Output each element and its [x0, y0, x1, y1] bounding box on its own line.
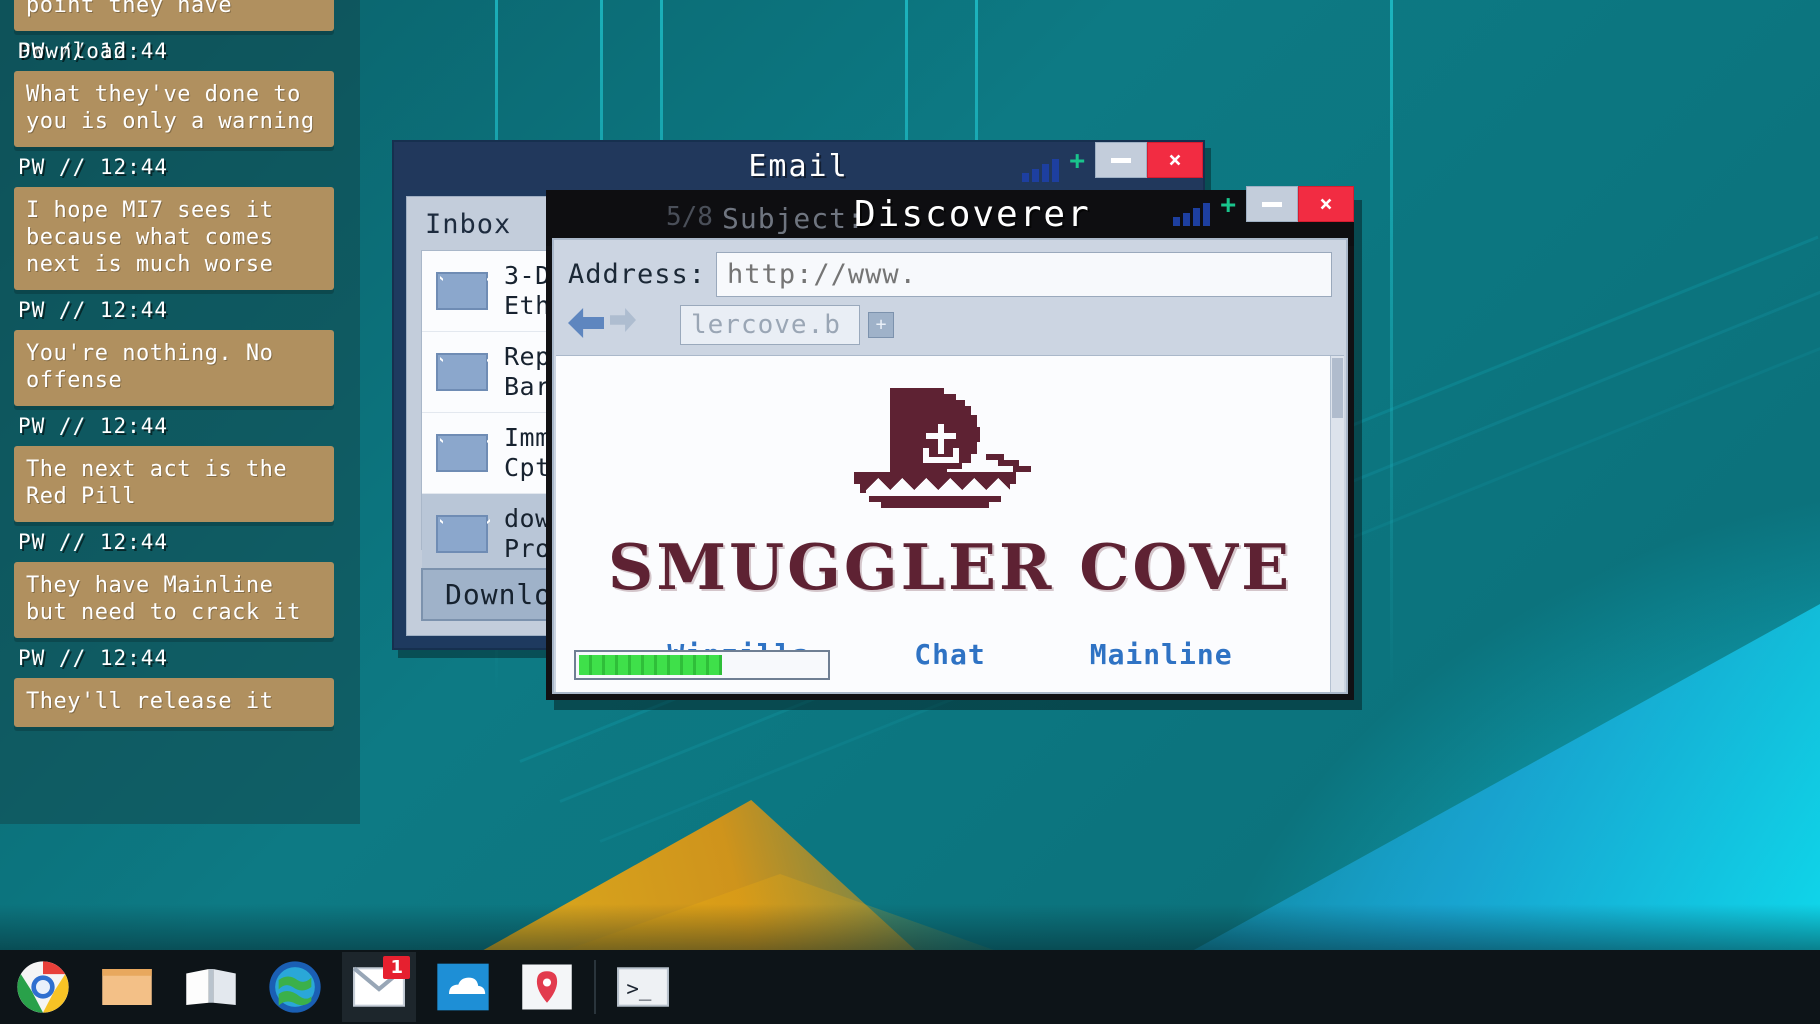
browser-subject-value: Discoverer [854, 194, 1091, 235]
progress-fill [579, 655, 722, 675]
chat-bubble: What they've done to you is only a warni… [14, 71, 334, 147]
globe-browser-icon [267, 959, 323, 1015]
search-input[interactable]: lercove.b [680, 305, 860, 345]
files-icon [100, 963, 154, 1011]
taskbar-item-globe-browser[interactable] [258, 952, 332, 1022]
signal-bars-icon [1022, 142, 1067, 182]
chat-timestamp: Download PW // 12:44 [18, 39, 346, 63]
envelope-icon [436, 434, 488, 472]
arrow-right-icon [610, 308, 636, 332]
address-row: Address: [554, 240, 1346, 301]
chat-timestamp-ghost: Download [18, 39, 127, 63]
email-close-button[interactable]: × [1147, 142, 1203, 178]
taskbar: 1 >_ [0, 950, 1820, 1024]
browser-close-button[interactable]: × [1298, 186, 1354, 222]
site-title: SMUGGLER COVE [608, 530, 1292, 604]
link-chat[interactable]: Chat [914, 638, 985, 671]
web-page-content: SMUGGLER COVE Winzilla Chat Mainline [556, 355, 1344, 692]
browser-window-controls: + × [1173, 186, 1354, 226]
browser-subject-label: Subject: [722, 202, 865, 235]
email-titlebar[interactable]: Email + × [394, 142, 1203, 190]
link-mainline[interactable]: Mainline [1090, 638, 1233, 671]
taskbar-separator [594, 960, 596, 1014]
plus-icon: + [1220, 194, 1236, 216]
chat-timestamp: PW // 12:44 [18, 155, 346, 179]
terminal-icon: >_ [616, 965, 670, 1009]
plus-icon: + [1069, 150, 1085, 172]
taskbar-item-files[interactable] [90, 952, 164, 1022]
forward-button[interactable] [610, 308, 644, 342]
chat-bubble: They'll release it [14, 678, 334, 727]
page-scrollbar[interactable] [1330, 356, 1344, 692]
arrow-left-icon [568, 308, 604, 338]
back-button[interactable] [568, 308, 602, 342]
scrollbar-thumb[interactable] [1332, 358, 1343, 418]
inbox-label: Inbox [425, 209, 511, 240]
browser-counter: 5/8 [666, 202, 713, 232]
email-window-controls: + × [1022, 142, 1203, 182]
chat-panel[interactable]: point they have Download PW // 12:44 Wha… [0, 0, 360, 824]
chat-timestamp: PW // 12:44 [18, 298, 346, 322]
pirate-ship-logo-icon [800, 382, 1100, 536]
browser-minimize-button[interactable] [1246, 186, 1298, 222]
taskbar-item-mail[interactable]: 1 [342, 952, 416, 1022]
map-pin-icon [520, 961, 574, 1013]
chat-timestamp: PW // 12:44 [18, 646, 346, 670]
browser-window[interactable]: 5/8 Subject: Discoverer + × Address: ler… [546, 190, 1354, 700]
chat-bubble: point they have [14, 0, 334, 31]
email-minimize-button[interactable] [1095, 142, 1147, 178]
envelope-icon [436, 272, 488, 310]
signal-bars-icon [1173, 186, 1218, 226]
address-label: Address: [568, 259, 706, 290]
chat-bubble: I hope MI7 sees it because what comes ne… [14, 187, 334, 290]
search-go-button[interactable]: + [868, 312, 894, 338]
email-window-title: Email [748, 149, 848, 184]
taskbar-item-notes[interactable] [174, 952, 248, 1022]
chat-bubble: They have Mainline but need to crack it [14, 562, 334, 638]
browser-body: Address: lercove.b + [552, 238, 1348, 694]
chat-timestamp: PW // 12:44 [18, 414, 346, 438]
chat-timestamp: PW // 12:44 [18, 530, 346, 554]
taskbar-item-cloud[interactable] [426, 952, 500, 1022]
download-progress-bar [574, 650, 830, 680]
mail-badge: 1 [383, 956, 410, 979]
chat-bubble: The next act is the Red Pill [14, 446, 334, 522]
taskbar-item-browser-chrome[interactable] [6, 952, 80, 1022]
browser-chrome-icon [15, 959, 71, 1015]
envelope-icon [436, 353, 488, 391]
chat-message-list: point they have Download PW // 12:44 Wha… [14, 0, 346, 727]
address-input[interactable] [716, 252, 1332, 297]
notes-icon [184, 963, 238, 1011]
taskbar-item-map-pin[interactable] [510, 952, 584, 1022]
taskbar-item-terminal[interactable]: >_ [606, 952, 680, 1022]
navigation-row: lercove.b + [554, 301, 1346, 355]
svg-text:>_: >_ [626, 976, 651, 1000]
cloud-icon [435, 961, 491, 1013]
chat-bubble: You're nothing. No offense [14, 330, 334, 406]
envelope-icon [436, 515, 488, 553]
